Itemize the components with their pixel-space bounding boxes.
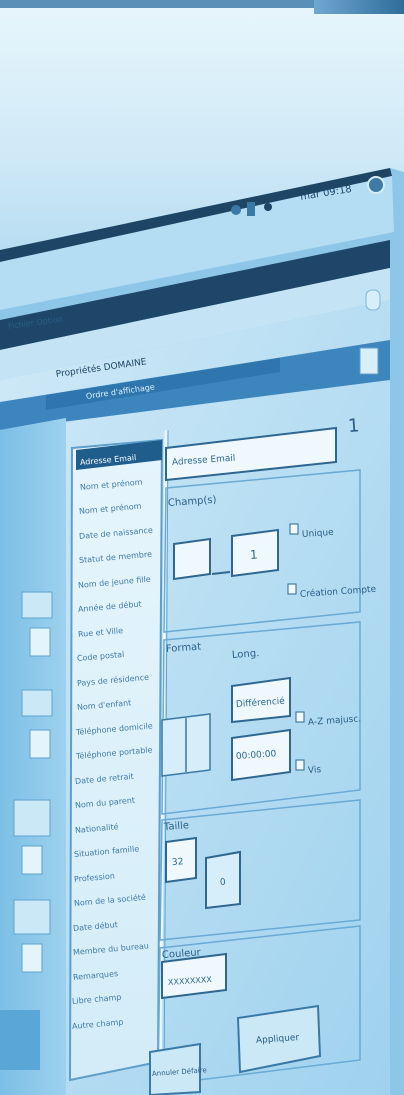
monitor-screen bbox=[0, 168, 404, 1095]
size-value[interactable]: 32 bbox=[172, 857, 184, 868]
nav-box-4 bbox=[29, 729, 51, 759]
nav-box-6 bbox=[21, 845, 43, 875]
size-label: Taille bbox=[163, 820, 190, 833]
chk-vis bbox=[295, 759, 305, 771]
nav-box-1 bbox=[21, 591, 53, 619]
dialog-control-box bbox=[359, 347, 379, 375]
nav-box-9 bbox=[0, 1010, 40, 1070]
chk-vis-label[interactable]: Vis bbox=[308, 765, 322, 776]
nav-box-3 bbox=[21, 689, 53, 717]
chk-upper bbox=[295, 711, 305, 723]
tray-icon-3 bbox=[264, 203, 272, 211]
nav-box-5 bbox=[13, 799, 51, 837]
nav-box-7 bbox=[13, 899, 51, 935]
type-value[interactable]: 1 bbox=[250, 547, 259, 561]
chk-unique bbox=[289, 523, 299, 535]
dialog-close-box bbox=[365, 289, 381, 311]
tray-icon-1 bbox=[231, 205, 241, 215]
nav-box-2 bbox=[29, 627, 51, 657]
tray-icon-2 bbox=[247, 202, 255, 216]
power-icon bbox=[367, 176, 385, 194]
chk-creation bbox=[287, 583, 297, 595]
champs-input-1 bbox=[173, 537, 211, 581]
size-min[interactable]: 0 bbox=[220, 878, 226, 888]
length-label: Long. bbox=[231, 648, 260, 661]
page-number: 1 bbox=[347, 415, 361, 437]
nav-box-8 bbox=[21, 943, 43, 973]
